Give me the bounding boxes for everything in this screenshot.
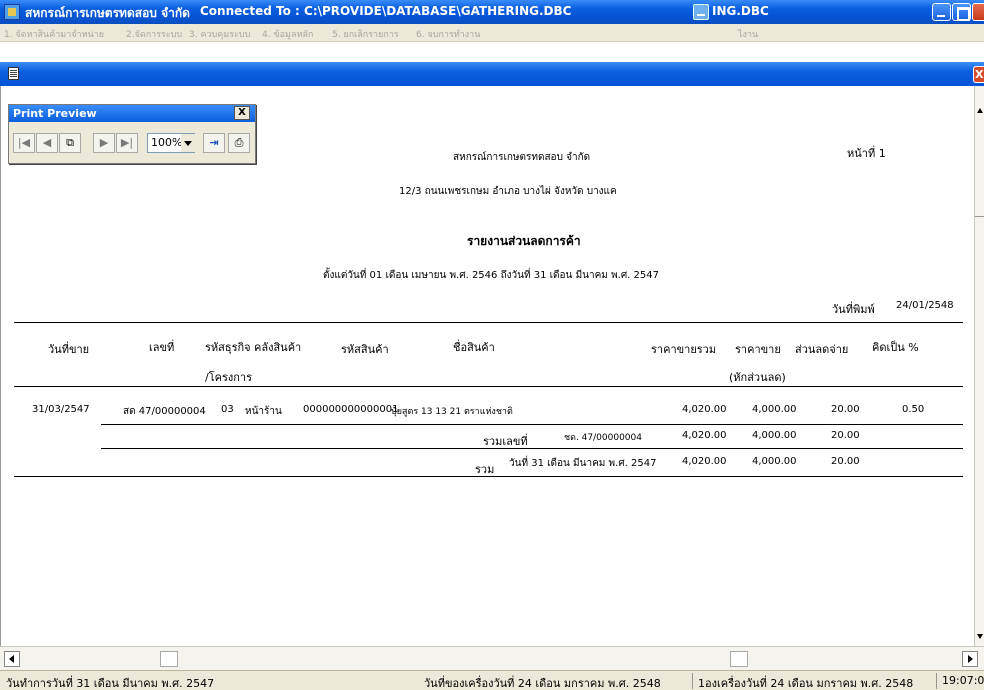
row-separator-2	[101, 448, 963, 449]
row-product-name: ปุ๋ยสูตร 13 13 21 ตราแห่งชาติ	[391, 407, 513, 417]
row-separator-1	[101, 424, 963, 425]
horizontal-scroll-thumb[interactable]	[160, 651, 178, 667]
subtotal-doc-number: ชด. 47/00000004	[564, 433, 642, 443]
toolbar-area	[0, 43, 984, 62]
col-sale-date: วันที่ขาย	[48, 343, 90, 356]
report-page-number: หน้าที่ 1	[847, 147, 886, 160]
col-product-name: ชื่อสินค้า	[453, 341, 495, 354]
status-time: 19:07:0	[942, 674, 984, 687]
col-business-code-2: /โครงการ	[205, 371, 252, 384]
col-net-price-2: (หักส่วนลด)	[729, 371, 786, 384]
horizontal-scrollbar[interactable]	[0, 646, 984, 670]
print-preview-toolbar: Print Preview X |◀ ◀ ⧉ ▶ ▶| 100% ⇥ ⎙	[8, 104, 256, 164]
report-window-titlebar: X	[0, 62, 984, 86]
app-icon	[4, 4, 20, 20]
report-period: ตั้งแต่วันที่ 01 เดือน เมษายน พ.ศ. 2546 …	[323, 270, 659, 281]
subtotal-date-text: วันที่ 31 เดือน มีนาคม พ.ศ. 2547	[509, 458, 657, 469]
print-icon[interactable]: ⎙	[228, 133, 250, 153]
report-title: รายงานส่วนลดการค้า	[467, 234, 581, 248]
print-date-label: วันที่พิมพ์	[832, 303, 875, 316]
report-company: สหกรณ์การเกษตรทดสอบ จำกัด	[453, 152, 591, 163]
header-bottom-line	[14, 386, 963, 387]
col-net-price: ราคาขาย	[735, 343, 781, 356]
row-percent: 0.50	[902, 404, 925, 415]
first-page-icon[interactable]: |◀	[13, 133, 35, 153]
status-bar: วันทำการวันที่ 31 เดือน มีนาคม พ.ศ. 2547…	[0, 670, 984, 690]
close-button[interactable]	[972, 3, 984, 21]
menu-item-cancel[interactable]: 5. ยกเลิกรายการ	[332, 27, 399, 41]
row-business-code: 03	[221, 404, 234, 415]
status-machine-date: วันที่ของเครื่องวันที่ 24 เดือน มกราคม พ…	[424, 677, 661, 690]
subtotal-date-total: 4,020.00	[682, 456, 727, 467]
document-icon	[8, 67, 19, 80]
print-preview-title: Print Preview	[9, 105, 255, 122]
minimize-button[interactable]	[932, 3, 951, 21]
status-work-date: วันทำการวันที่ 31 เดือน มีนาคม พ.ศ. 2547	[6, 677, 215, 690]
status-separator	[692, 673, 693, 689]
horizontal-scroll-marker[interactable]	[730, 651, 748, 667]
report-bottom-line	[14, 476, 963, 477]
col-discount: ส่วนลดจ่าย	[795, 343, 849, 356]
col-percent: คิดเป็น %	[872, 341, 919, 354]
row-doc-no: สด 47/00000004	[123, 406, 206, 417]
col-business-code: รหัสธุรกิจ	[205, 341, 251, 354]
menu-item-control[interactable]: 3. ควบคุมระบบ	[189, 27, 250, 41]
status-separator	[936, 673, 937, 689]
app-name: สหกรณ์การเกษตรทดสอบ จำกัด	[25, 6, 190, 20]
col-total-price: ราคาขายรวม	[651, 343, 717, 356]
subtotal-doc-net: 4,000.00	[752, 430, 797, 441]
report-address: 12/3 ถนนเพชรเกษม อำเภอ บางไผ่ จังหวัด บา…	[399, 186, 617, 197]
row-net-price: 4,000.00	[752, 404, 797, 415]
connection-label: Connected To : C:\PROVIDE\DATABASE\GATHE…	[200, 4, 572, 18]
minimized-window-icon[interactable]	[693, 4, 709, 20]
subtotal-doc-total: 4,020.00	[682, 430, 727, 441]
maximize-button[interactable]	[952, 3, 971, 21]
vertical-scroll-thumb[interactable]	[975, 216, 984, 246]
close-preview-icon[interactable]: ⇥	[203, 133, 225, 153]
status-machine-date-2: 1องเครื่องวันที่ 24 เดือน มกราคม พ.ศ. 25…	[698, 677, 914, 690]
menu-item-master-data[interactable]: 4. ข้อมูลหลัก	[262, 27, 313, 41]
last-page-icon[interactable]: ▶|	[116, 133, 138, 153]
report-preview-area: สหกรณ์การเกษตรทดสอบ จำกัด หน้าที่ 1 12/3…	[0, 86, 974, 646]
vertical-scrollbar[interactable]	[974, 86, 984, 646]
col-doc-no: เลขที่	[149, 341, 175, 354]
minimized-window-title[interactable]: ING.DBC	[712, 4, 769, 18]
zoom-dropdown-icon[interactable]	[181, 134, 195, 152]
scroll-left-icon[interactable]	[4, 651, 20, 667]
go-to-page-icon[interactable]: ⧉	[59, 133, 81, 153]
row-total-price: 4,020.00	[682, 404, 727, 415]
print-preview-close-button[interactable]: X	[234, 106, 250, 120]
next-page-icon[interactable]: ▶	[93, 133, 115, 153]
scroll-right-icon[interactable]	[962, 651, 978, 667]
menu-bar: 1. จัดหาสินค้ามาจำหน่าย 2.จัดการระบบ 3. …	[0, 24, 984, 42]
menu-item-purchase[interactable]: 1. จัดหาสินค้ามาจำหน่าย	[4, 27, 104, 41]
scroll-up-icon[interactable]	[977, 108, 983, 113]
menu-item-work[interactable]: ไงาน	[738, 27, 758, 41]
subtotal-date-net: 4,000.00	[752, 456, 797, 467]
header-top-line	[14, 322, 963, 323]
subtotal-date-discount: 20.00	[831, 456, 860, 467]
previous-page-icon[interactable]: ◀	[36, 133, 58, 153]
row-sale-date: 31/03/2547	[32, 404, 90, 415]
scroll-down-icon[interactable]	[977, 634, 983, 639]
subtotal-doc-discount: 20.00	[831, 430, 860, 441]
menu-item-exit[interactable]: 6. จบการทำงาน	[416, 27, 480, 41]
row-warehouse: หน้าร้าน	[245, 406, 282, 417]
row-discount: 20.00	[831, 404, 860, 415]
report-close-button[interactable]: X	[973, 66, 984, 83]
col-product-code: รหัสสินค้า	[341, 343, 389, 356]
menu-item-manage[interactable]: 2.จัดการระบบ	[126, 27, 182, 41]
col-warehouse: คลังสินค้า	[254, 341, 302, 354]
print-date: 24/01/2548	[896, 300, 954, 311]
row-product-code: 000000000000001	[303, 404, 399, 415]
main-titlebar: สหกรณ์การเกษตรทดสอบ จำกัด Connected To :…	[0, 0, 984, 24]
